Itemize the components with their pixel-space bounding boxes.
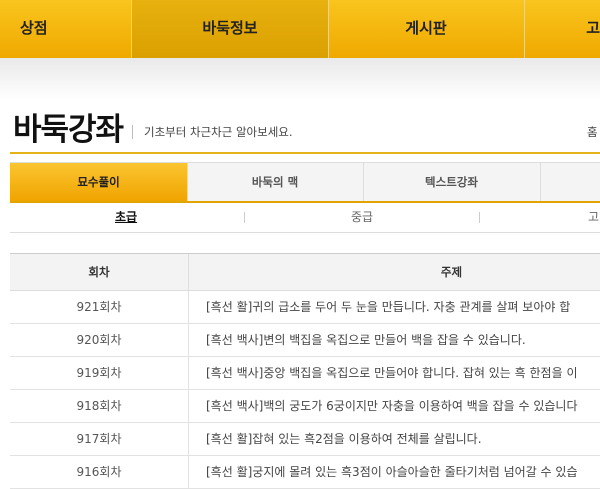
episode-cell: 919회차 [10, 357, 189, 389]
subtab-beginner[interactable]: 초급 [115, 208, 137, 225]
topic-link[interactable]: [흑선 백사]변의 백집을 옥집으로 만들어 백을 잡을 수 있습니다. [206, 324, 526, 356]
page-subtitle: 기초부터 차근차근 알아보세요. [144, 125, 293, 139]
lecture-table: 회차 주제 921회차 [흑선 활]귀의 급소를 두어 두 눈을 만듭니다. 자… [10, 253, 600, 489]
column-header-episode: 회차 [88, 265, 110, 279]
tab-partial[interactable] [540, 163, 600, 201]
column-header-topic: 주제 [440, 265, 463, 279]
breadcrumb-home[interactable]: 홈 [587, 124, 598, 140]
episode-cell: 918회차 [10, 390, 189, 422]
table-header: 회차 주제 [10, 253, 600, 291]
table-row[interactable]: 919회차 [흑선 백사]중앙 백집을 옥집으로 만들어야 합니다. 잡혀 있는… [10, 357, 600, 390]
tab-problem-solving[interactable]: 묘수풀이 [10, 163, 188, 201]
tab-baduk-tesuji[interactable]: 바둑의 맥 [187, 163, 364, 201]
episode-cell: 917회차 [10, 423, 189, 455]
subtab-divider [479, 212, 480, 223]
topic-link[interactable]: [흑선 백사]백의 궁도가 6궁이지만 자충을 이용하여 백을 잡을 수 있습니… [206, 390, 578, 422]
table-row[interactable]: 921회차 [흑선 활]귀의 급소를 두어 두 눈을 만듭니다. 자충 관계를 … [10, 291, 600, 324]
topic-link[interactable]: [흑선 활]궁지에 몰려 있는 흑3점이 아슬아슬한 줄타기처럼 넘어갈 수 있… [206, 456, 578, 488]
title-divider [132, 125, 133, 139]
subtab-advanced[interactable]: 고 [588, 208, 599, 225]
top-navigation: 상점 바둑정보 게시판 고 [0, 0, 600, 58]
subtab-intermediate[interactable]: 중급 [351, 208, 373, 225]
table-row[interactable]: 920회차 [흑선 백사]변의 백집을 옥집으로 만들어 백을 잡을 수 있습니… [10, 324, 600, 357]
title-underline [10, 152, 600, 154]
topic-link[interactable]: [흑선 활]귀의 급소를 두어 두 눈을 만듭니다. 자충 관계를 살펴 보아야… [206, 291, 570, 323]
lecture-tabs: 묘수풀이 바둑의 맥 텍스트강좌 [10, 162, 600, 203]
nav-item-baduk-info[interactable]: 바둑정보 [132, 0, 329, 58]
tab-text-lecture[interactable]: 텍스트강좌 [363, 163, 541, 201]
episode-cell: 921회차 [10, 291, 189, 323]
subtab-divider [244, 212, 245, 223]
topic-link[interactable]: [흑선 활]잡혀 있는 흑2점을 이용하여 전체를 살립니다. [206, 423, 482, 455]
nav-item-board[interactable]: 게시판 [328, 0, 525, 58]
table-row[interactable]: 916회차 [흑선 활]궁지에 몰려 있는 흑3점이 아슬아슬한 줄타기처럼 넘… [10, 456, 600, 489]
nav-shadow [0, 58, 600, 100]
level-tabs: 초급 중급 고 [10, 202, 600, 233]
episode-cell: 920회차 [10, 324, 189, 356]
table-row[interactable]: 917회차 [흑선 활]잡혀 있는 흑2점을 이용하여 전체를 살립니다. [10, 423, 600, 456]
nav-item-partial[interactable]: 고 [524, 0, 600, 58]
table-row[interactable]: 918회차 [흑선 백사]백의 궁도가 6궁이지만 자충을 이용하여 백을 잡을… [10, 390, 600, 423]
nav-item-shop[interactable]: 상점 [0, 0, 132, 58]
episode-cell: 916회차 [10, 456, 189, 488]
topic-link[interactable]: [흑선 백사]중앙 백집을 옥집으로 만들어야 합니다. 잡혀 있는 흑 한점을… [206, 357, 578, 389]
page-title: 바둑강좌 [13, 112, 124, 148]
